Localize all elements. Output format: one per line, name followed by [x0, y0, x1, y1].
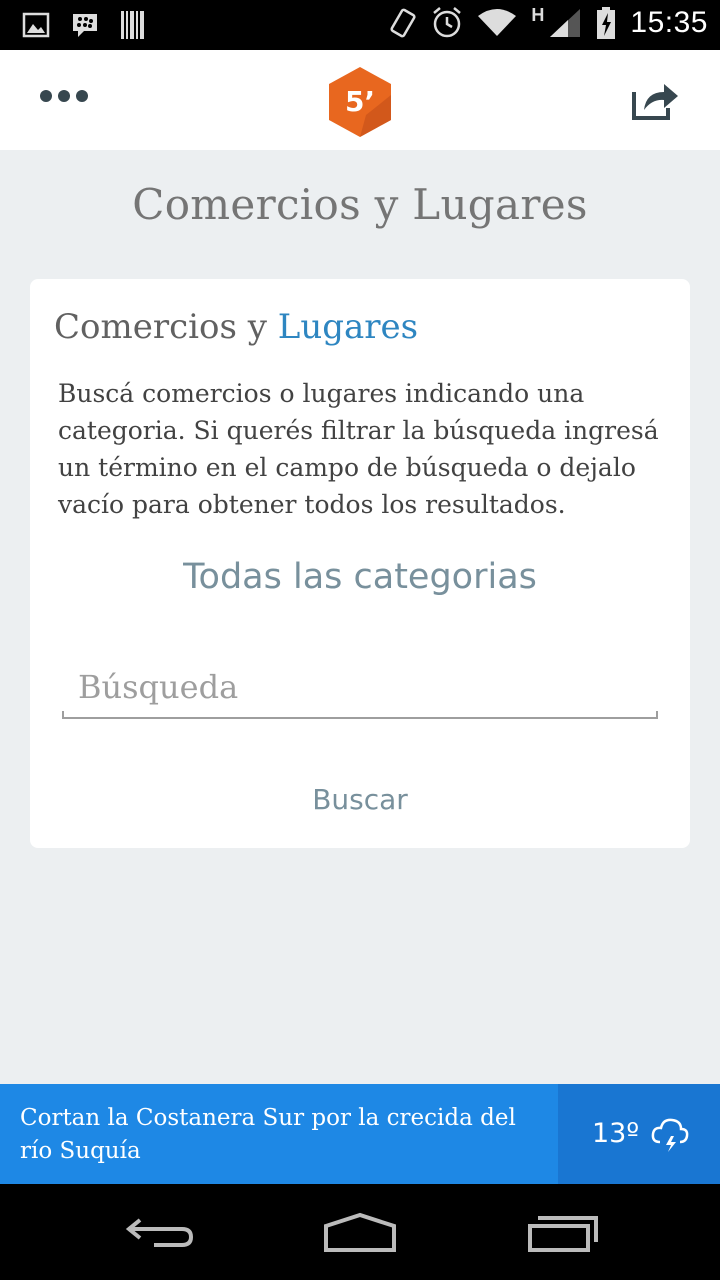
search-input[interactable] [62, 659, 658, 715]
thunderstorm-icon [651, 1118, 689, 1152]
logo-text: 5’ [345, 85, 375, 118]
card-description: Buscá comercios o lugares indicando una … [58, 379, 659, 519]
system-nav-bar [0, 1184, 720, 1280]
vibrate-icon [390, 8, 417, 38]
signal-icon [550, 9, 581, 37]
barcode-icon [121, 11, 144, 39]
battery-icon [597, 7, 616, 39]
search-field [62, 659, 658, 719]
app-bar: 5’ [0, 50, 720, 150]
recents-icon[interactable] [526, 1212, 600, 1254]
search-underline [62, 711, 658, 719]
news-ticker: Cortan la Costanera Sur por la crecida d… [0, 1084, 720, 1184]
bbm-icon [73, 14, 97, 37]
category-dropdown[interactable]: Todas las categorias [30, 557, 690, 597]
news-headline[interactable]: Cortan la Costanera Sur por la crecida d… [20, 1102, 540, 1168]
app-logo: 5’ [329, 67, 391, 137]
network-type: H [531, 4, 545, 25]
temperature: 13º [592, 1118, 640, 1149]
more-dots-icon[interactable] [40, 90, 88, 102]
search-card: Comercios y Lugares Buscá comercios o lu… [30, 279, 690, 848]
status-bar: H 15:35 [0, 0, 720, 50]
card-heading: Comercios y Lugares [54, 307, 418, 347]
home-icon[interactable] [322, 1212, 398, 1254]
share-icon[interactable] [630, 78, 680, 122]
clock: 15:35 [630, 6, 708, 39]
wifi-icon [478, 9, 517, 36]
page-title: Comercios y Lugares [132, 180, 588, 229]
search-button[interactable]: Buscar [260, 773, 460, 825]
alarm-icon [433, 7, 462, 38]
card-heading-accent: Lugares [277, 307, 419, 347]
back-icon[interactable] [124, 1212, 196, 1252]
card-heading-plain: Comercios y [54, 307, 278, 347]
image-icon [22, 12, 50, 38]
status-right-icons: H 15:35 [389, 4, 708, 40]
status-left-icons [22, 10, 146, 40]
weather-widget[interactable]: 13º [558, 1084, 720, 1184]
